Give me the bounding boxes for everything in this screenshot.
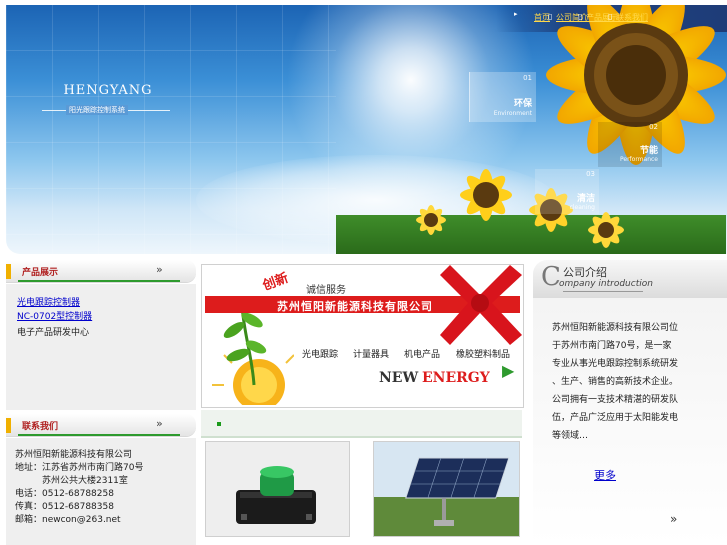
contact-phone: 电话：0512-68788258 <box>15 489 114 499</box>
about-text-line: 伍，产品广泛应用于太阳能发电 <box>552 413 679 423</box>
about-header-letter: C <box>541 262 561 292</box>
contact-email: 邮箱：newcon@263.net <box>15 515 121 525</box>
about-text-line: 公司拥有一支技术精湛的研发队 <box>552 395 679 405</box>
controller-device-image <box>236 466 316 524</box>
ribbon-bow-icon <box>440 265 522 345</box>
bullet-icon <box>217 422 221 426</box>
about-text-line: 、生产、销售的高新技术企业。 <box>552 377 679 387</box>
chevron-right-icon[interactable]: » <box>156 263 163 276</box>
feature-tile-performance: 02 节能 Performance <box>598 122 662 167</box>
promo-integrity: 诚信服务 <box>306 285 346 296</box>
sunflower-illustration <box>416 5 726 248</box>
contact-address: 地址：江苏省苏州市南门路70号 <box>15 463 144 473</box>
feature-title: 清洁 <box>576 194 595 204</box>
about-text-line: 专业从事光电跟踪控制系统研发 <box>552 359 679 369</box>
promo-new-word: NEW <box>379 370 419 386</box>
product-text: 电子产品研发中心 <box>17 328 90 338</box>
feature-number: 01 <box>523 74 532 82</box>
feature-title: 环保 <box>513 99 532 109</box>
promo-category: 橡胶塑料制品 <box>456 350 511 360</box>
center-divider-strip <box>201 410 522 438</box>
chevron-right-icon[interactable]: » <box>670 512 677 526</box>
header-underline <box>18 280 180 282</box>
brand-logo-text: HENGYANG <box>63 83 153 98</box>
feature-number: 03 <box>586 170 595 178</box>
promo-category: 机电产品 <box>404 350 441 360</box>
about-more-link[interactable]: 更多 <box>594 467 616 483</box>
feature-subtitle: cleaning <box>569 204 595 211</box>
contact-fax: 传真：0512-68788358 <box>15 502 114 512</box>
promo-arrow-icon[interactable]: ▶ <box>502 361 514 380</box>
nav-separator: ▯ <box>578 12 583 21</box>
promo-category: 光电跟踪 <box>302 350 339 360</box>
brand-subtitle: 阳光跟踪控制系统 <box>66 105 128 115</box>
chevron-right-icon[interactable]: » <box>156 417 163 430</box>
header-underline <box>563 291 643 292</box>
contact-panel: 苏州恒阳新能源科技有限公司 地址：江苏省苏州市南门路70号 苏州公共大楼2311… <box>6 438 196 545</box>
about-text-line: 等领域… <box>552 431 589 441</box>
nav-arrow-icon: ▸ <box>514 10 518 18</box>
feature-subtitle: Environment <box>493 110 532 117</box>
promo-banner: 创新 诚信服务 苏州恒阳新能源科技有限公司 光电跟踪 计量器具 机电产品 橡胶塑… <box>201 264 524 408</box>
contact-section-header: 联系我们 » <box>6 414 196 436</box>
nav-separator: ▯ <box>608 12 613 21</box>
nav-contact-link[interactable]: 联系我们 <box>616 12 648 23</box>
products-section-header: 产品展示 » <box>6 260 196 282</box>
header-underline <box>18 434 180 436</box>
products-header-title: 产品展示 <box>22 268 59 278</box>
product-photo-solar-tracker[interactable] <box>373 441 520 537</box>
feature-title: 节能 <box>639 146 658 156</box>
about-text-line: 于苏州市南门路70号，是一家 <box>552 341 672 351</box>
promo-category: 计量器具 <box>353 350 390 360</box>
solar-tracker-image <box>374 442 519 536</box>
contact-header-title: 联系我们 <box>22 422 59 432</box>
product-link-nc0702[interactable]: NC-0702型控制器 <box>17 309 92 322</box>
contact-address-2: 苏州公共大楼2311室 <box>15 476 128 486</box>
contact-company: 苏州恒阳新能源科技有限公司 <box>15 450 133 460</box>
nav-products-link[interactable]: 产品展示 <box>586 12 618 23</box>
feature-tile-cleaning: 03 清洁 cleaning <box>535 169 599 214</box>
about-header-subtitle: ompany introduction <box>559 279 653 289</box>
promo-company-name: 苏州恒阳新能源科技有限公司 <box>277 300 433 313</box>
promo-energy-word: ENERGY <box>422 370 490 386</box>
header-accent-bar <box>6 264 11 279</box>
about-header-title: 公司介绍 <box>563 266 607 279</box>
header-accent-bar <box>6 418 11 433</box>
feature-tile-environment: 01 环保 Environment <box>469 72 536 122</box>
product-link-tracking-controller[interactable]: 光电跟踪控制器 <box>17 295 80 308</box>
feature-subtitle: Performance <box>619 156 658 163</box>
nav-separator: ▯ <box>548 12 553 21</box>
nav-about-link[interactable]: 公司简介 <box>556 12 588 23</box>
product-photo-controller[interactable] <box>205 441 350 537</box>
products-panel: 光电跟踪控制器 NC-0702型控制器 电子产品研发中心 <box>6 284 196 410</box>
feature-number: 02 <box>649 123 658 131</box>
about-section-header: C 公司介绍 ompany introduction <box>533 260 727 298</box>
about-text-line: 苏州恒阳新能源科技有限公司位 <box>552 323 679 333</box>
